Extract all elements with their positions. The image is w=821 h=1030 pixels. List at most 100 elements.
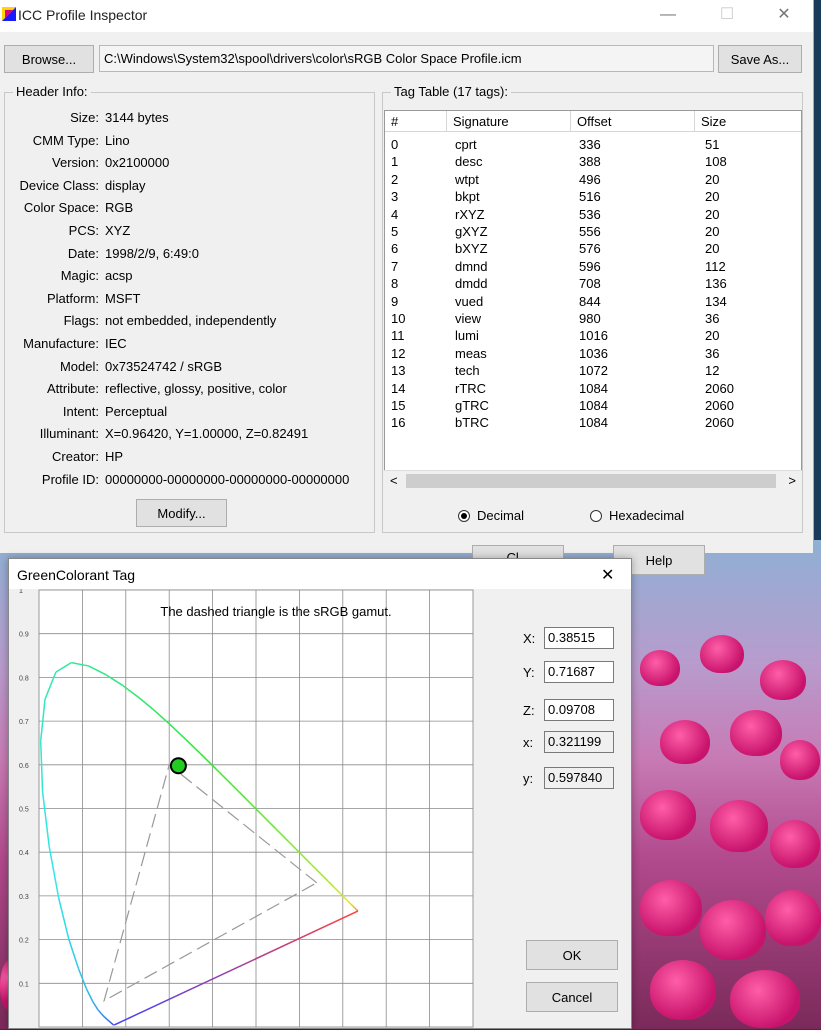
table-cell: 8 xyxy=(391,276,398,292)
table-row[interactable]: 8 dmdd 708 136 xyxy=(385,276,801,293)
header-field-value: 3144 bytes xyxy=(105,110,169,130)
table-cell: meas xyxy=(455,346,487,362)
table-cell: 20 xyxy=(705,189,719,205)
spectral-locus-segment xyxy=(355,908,356,909)
table-row[interactable]: 0cprt33651 xyxy=(385,137,801,154)
table-row[interactable]: 1desc388108 xyxy=(385,154,801,171)
header-field-value: reflective, glossy, positive, color xyxy=(105,381,287,401)
profile-path-field[interactable]: C:\Windows\System32\spool\drivers\color\… xyxy=(99,45,714,72)
y-tick-label: 1 xyxy=(19,589,23,595)
header-field-label: Date: xyxy=(0,246,99,266)
header-field-value: Perceptual xyxy=(105,404,167,424)
table-cell: 36 xyxy=(705,346,719,362)
header-field-label: Device Class: xyxy=(0,178,99,198)
coord-field: 0.597840 xyxy=(544,767,614,789)
coord-label: Y: xyxy=(523,665,535,680)
table-row[interactable]: 15gTRC10842060 xyxy=(385,398,801,415)
spectral-locus-segment xyxy=(354,907,355,908)
dialog-close-icon[interactable]: ✕ xyxy=(601,565,614,585)
title-bar: ICC Profile Inspector — ☐ ✕ xyxy=(0,0,813,32)
table-cell: 134 xyxy=(705,294,727,310)
table-row[interactable]: 6bXYZ57620 xyxy=(385,241,801,258)
table-row[interactable]: 12meas103636 xyxy=(385,346,801,363)
main-window: ICC Profile Inspector — ☐ ✕ Browse... C:… xyxy=(0,0,814,553)
scroll-left-arrow[interactable]: < xyxy=(390,473,398,488)
browse-button[interactable]: Browse... xyxy=(4,45,94,73)
chart-title: The dashed triangle is the sRGB gamut. xyxy=(160,604,391,619)
table-row[interactable]: 3bkpt51620 xyxy=(385,189,801,206)
header-field-value: not embedded, independently xyxy=(105,313,276,333)
table-cell: 556 xyxy=(579,224,601,240)
coord-field[interactable]: 0.09708 xyxy=(544,699,614,721)
table-row[interactable]: 13tech107212 xyxy=(385,363,801,380)
table-cell: 2060 xyxy=(705,381,734,397)
table-cell: 2 xyxy=(391,172,398,188)
scroll-right-arrow[interactable]: > xyxy=(788,473,796,488)
header-field-value: Lino xyxy=(105,133,130,153)
coord-label: y: xyxy=(523,771,533,786)
table-cell: 136 xyxy=(705,276,727,292)
table-row[interactable]: 14rTRC10842060 xyxy=(385,381,801,398)
green-colorant-point xyxy=(171,758,186,773)
scrollbar-thumb[interactable] xyxy=(406,474,776,488)
table-cell: 5 xyxy=(391,224,398,240)
decimal-radio[interactable] xyxy=(458,510,470,522)
table-cell: 1036 xyxy=(579,346,608,362)
coord-field[interactable]: 0.71687 xyxy=(544,661,614,683)
table-row[interactable]: 16bTRC10842060 xyxy=(385,415,801,432)
modify-button[interactable]: Modify... xyxy=(136,499,227,527)
column-header-size[interactable]: Size xyxy=(695,111,802,131)
table-row[interactable]: 9vued844134 xyxy=(385,294,801,311)
table-horizontal-scrollbar[interactable]: < > xyxy=(384,470,802,491)
table-cell: 496 xyxy=(579,172,601,188)
header-field-label: Intent: xyxy=(0,404,99,424)
minimize-button[interactable]: — xyxy=(654,4,682,26)
table-row[interactable]: 2wtpt49620 xyxy=(385,172,801,189)
table-cell: 708 xyxy=(579,276,601,292)
table-row[interactable]: 11lumi101620 xyxy=(385,328,801,345)
header-field-label: Illuminant: xyxy=(0,426,99,446)
ok-button[interactable]: OK xyxy=(526,940,618,970)
table-cell: 388 xyxy=(579,154,601,170)
table-row[interactable]: 5gXYZ55620 xyxy=(385,224,801,241)
spectral-locus-segment xyxy=(109,1021,110,1022)
tag-table[interactable]: # Signature Offset Size 0cprt336511desc3… xyxy=(384,110,802,490)
table-cell: 12 xyxy=(705,363,719,379)
table-cell: vued xyxy=(455,294,483,310)
column-header-index[interactable]: # xyxy=(385,111,447,131)
coord-field[interactable]: 0.38515 xyxy=(544,627,614,649)
chromaticity-chart: 0.10.20.30.40.50.60.70.80.910.10.20.30.4… xyxy=(9,589,499,1030)
header-field-value: XYZ xyxy=(105,223,130,243)
tag-table-label: Tag Table (17 tags): xyxy=(391,84,511,99)
table-cell: 1072 xyxy=(579,363,608,379)
table-row[interactable]: 4rXYZ53620 xyxy=(385,207,801,224)
table-cell: 20 xyxy=(705,224,719,240)
table-row[interactable]: 10view98036 xyxy=(385,311,801,328)
table-cell: dmdd xyxy=(455,276,488,292)
table-cell: 14 xyxy=(391,381,405,397)
hexadecimal-radio[interactable] xyxy=(590,510,602,522)
coord-label: X: xyxy=(523,631,535,646)
decimal-radio-label[interactable]: Decimal xyxy=(477,508,524,523)
hexadecimal-radio-label[interactable]: Hexadecimal xyxy=(609,508,684,523)
table-cell: 1084 xyxy=(579,415,608,431)
save-as-button[interactable]: Save As... xyxy=(718,45,802,73)
header-field-value: HP xyxy=(105,449,123,469)
header-field-value: 0x2100000 xyxy=(105,155,169,175)
column-header-signature[interactable]: Signature xyxy=(447,111,571,131)
table-cell: cprt xyxy=(455,137,477,153)
close-button[interactable]: ✕ xyxy=(770,4,798,26)
y-tick-label: 0.3 xyxy=(19,894,29,901)
column-header-offset[interactable]: Offset xyxy=(571,111,695,131)
table-cell: 1084 xyxy=(579,381,608,397)
maximize-button[interactable]: ☐ xyxy=(713,4,741,26)
header-field-label: Flags: xyxy=(0,313,99,333)
table-cell: 20 xyxy=(705,207,719,223)
cancel-button[interactable]: Cancel xyxy=(526,982,618,1012)
y-tick-label: 0.2 xyxy=(19,938,29,945)
table-row[interactable]: 7dmnd596112 xyxy=(385,259,801,276)
table-cell: 108 xyxy=(705,154,727,170)
header-field-value: RGB xyxy=(105,200,133,220)
header-field-value: MSFT xyxy=(105,291,140,311)
header-field-label: Magic: xyxy=(0,268,99,288)
